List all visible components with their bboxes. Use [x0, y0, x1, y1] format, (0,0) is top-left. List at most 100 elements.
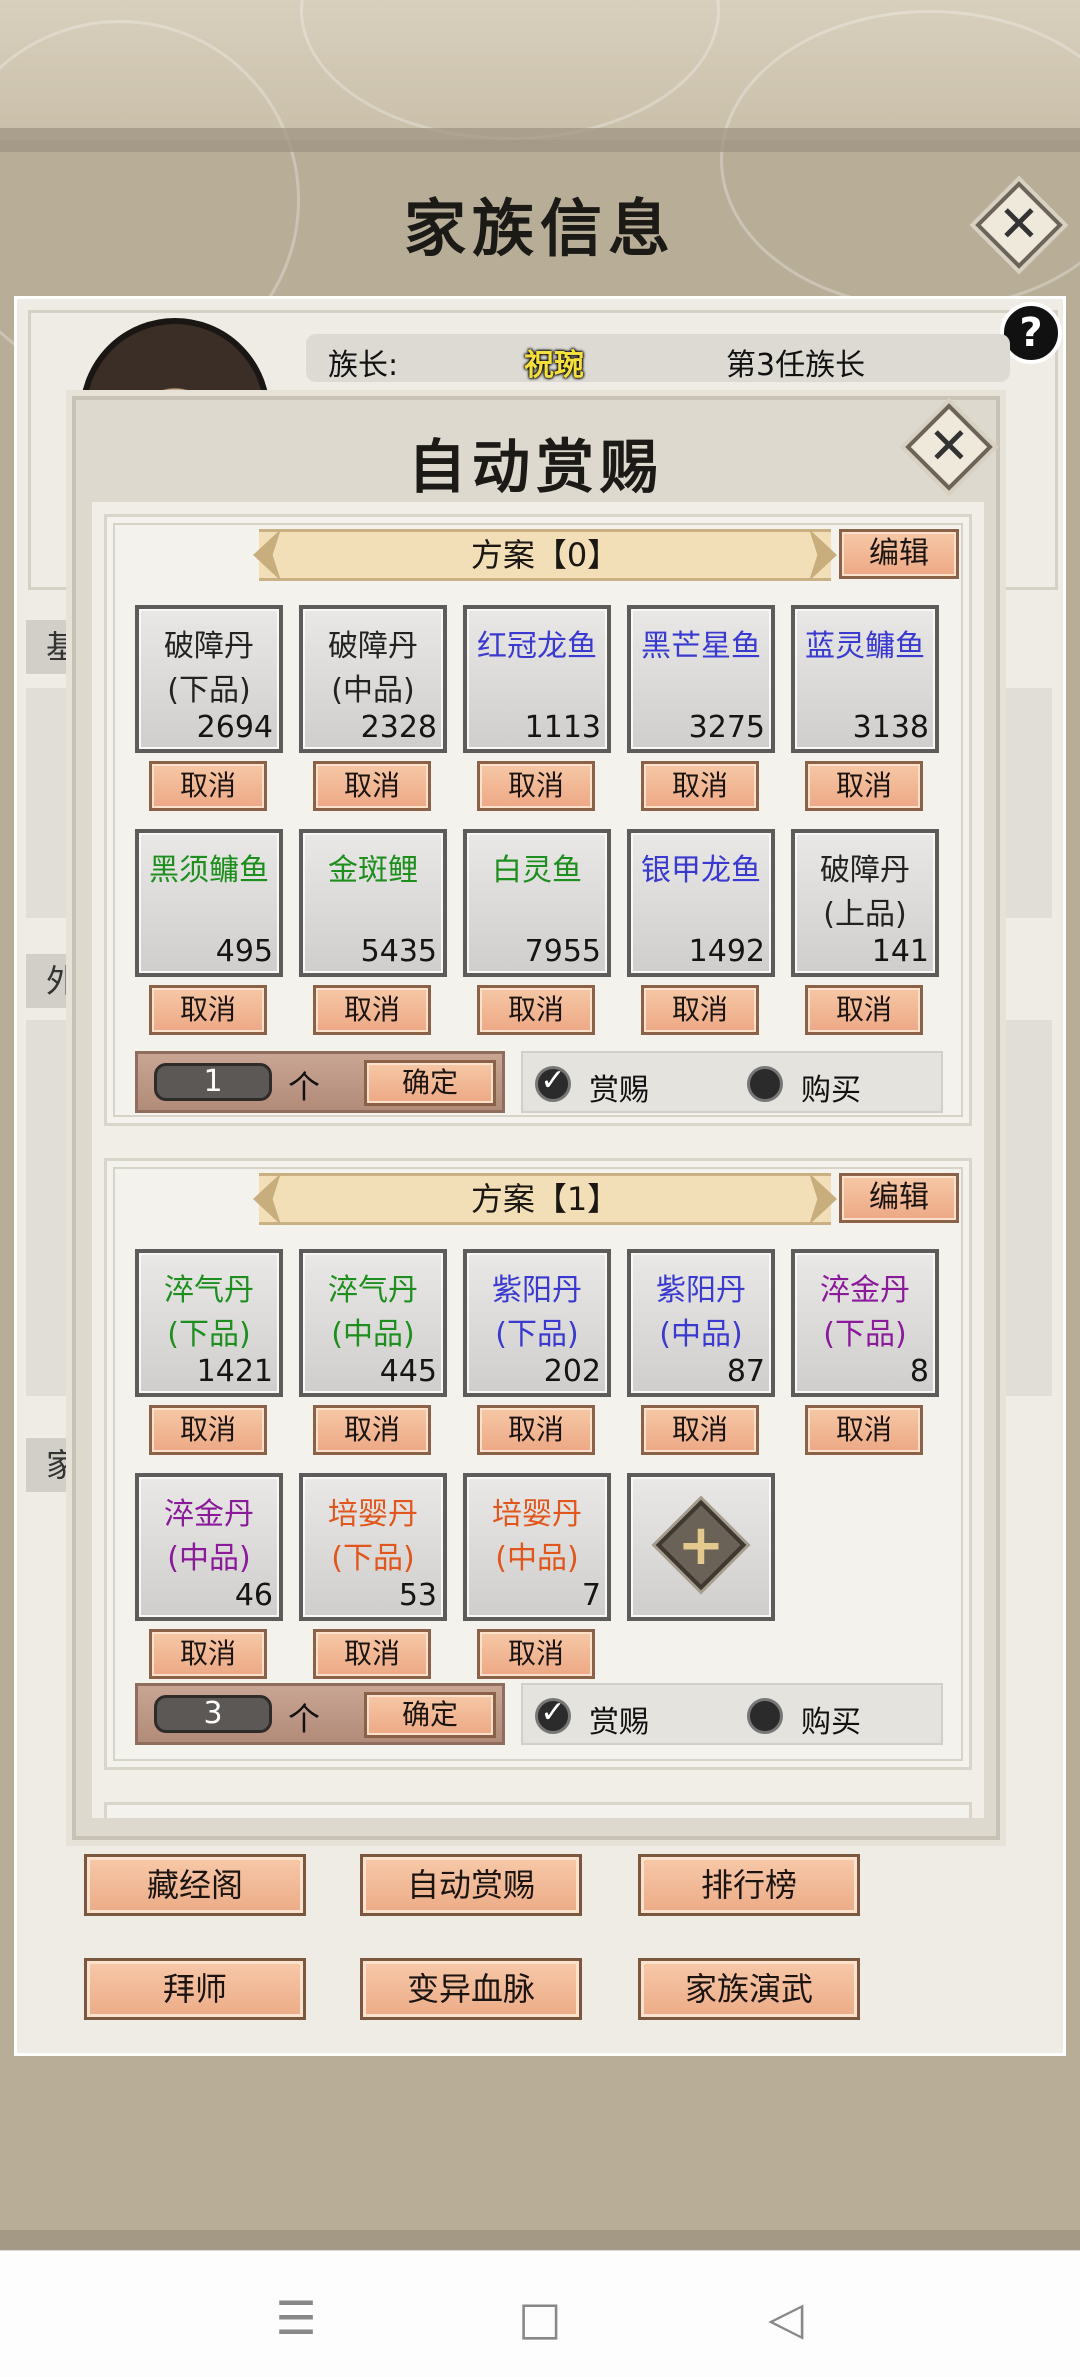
cancel-button[interactable]: 取消 [149, 761, 267, 811]
item-slot[interactable]: 破障丹 (中品) 2328 [299, 605, 447, 753]
item-name: 银甲龙鱼 [641, 853, 761, 888]
confirm-button[interactable]: 确定 [364, 1060, 496, 1106]
plan-title: 方案【1】 [470, 1180, 620, 1218]
item-slot[interactable]: 淬气丹 (中品) 445 [299, 1249, 447, 1397]
leader-row: 族长: 祝琬 第3任族长 [306, 334, 1010, 383]
add-item-button[interactable]: + [627, 1473, 775, 1621]
ranking-button[interactable]: 排行榜 [638, 1854, 860, 1916]
reward-radio[interactable]: ✓ [535, 1695, 571, 1734]
cancel-button[interactable]: 取消 [313, 985, 431, 1035]
cancel-button[interactable]: 取消 [641, 761, 759, 811]
cancel-button[interactable]: 取消 [313, 761, 431, 811]
item-slot[interactable]: 破障丹 (下品) 2694 [135, 605, 283, 753]
plan-header: 方案【0】 [253, 529, 837, 581]
buy-radio[interactable] [747, 1698, 783, 1734]
item-count: 2694 [196, 710, 273, 745]
item-name: 淬气丹 (下品) [164, 1273, 254, 1352]
cancel-button[interactable]: 取消 [477, 1405, 595, 1455]
torn-edge-top [0, 128, 1080, 152]
edit-button[interactable]: 编辑 [839, 529, 959, 579]
item-count: 53 [398, 1578, 437, 1613]
leader-term: 第3任族长 [726, 348, 866, 383]
item-name: 破障丹 (上品) [820, 853, 910, 932]
menu-icon[interactable]: ☰ [266, 2291, 326, 2345]
close-button[interactable]: ✕ [975, 181, 1063, 269]
item-slot[interactable]: 红冠龙鱼 1113 [463, 605, 611, 753]
item-name: 破障丹 (中品) [328, 629, 418, 708]
confirm-button[interactable]: 确定 [364, 1692, 496, 1738]
buy-radio[interactable] [747, 1066, 783, 1102]
leader-label: 族长: [328, 348, 399, 383]
item-slot[interactable]: 黑须鳙鱼 495 [135, 829, 283, 977]
section-tab-outer[interactable]: 外 [26, 954, 78, 1008]
quantity-input[interactable]: 1 [154, 1063, 272, 1101]
section-tab-family[interactable]: 家 [26, 1438, 78, 1492]
item-slot[interactable]: 黑芒星鱼 3275 [627, 605, 775, 753]
buy-label: 购买 [801, 1705, 861, 1740]
item-slot[interactable]: 培婴丹 (下品) 53 [299, 1473, 447, 1621]
cancel-button[interactable]: 取消 [313, 1405, 431, 1455]
cancel-button[interactable]: 取消 [641, 985, 759, 1035]
plan-title: 方案【0】 [470, 536, 620, 574]
edit-button[interactable]: 编辑 [839, 1173, 959, 1223]
quantity-unit: 个 [288, 1068, 321, 1106]
item-slot[interactable]: 淬金丹 (下品) 8 [791, 1249, 939, 1397]
dialog-close-button[interactable]: ✕ [905, 403, 993, 491]
buy-label: 购买 [801, 1073, 861, 1108]
system-nav-bar: ☰ □ ◁ [0, 2250, 1080, 2377]
cancel-button[interactable]: 取消 [805, 985, 923, 1035]
item-slot[interactable]: 紫阳丹 (中品) 87 [627, 1249, 775, 1397]
cancel-button[interactable]: 取消 [149, 1629, 267, 1679]
quantity-input[interactable]: 3 [154, 1695, 272, 1733]
plus-icon: + [677, 1513, 725, 1578]
item-slot[interactable]: 淬气丹 (下品) 1421 [135, 1249, 283, 1397]
close-icon: ✕ [928, 417, 970, 475]
cancel-button[interactable]: 取消 [477, 1629, 595, 1679]
library-button[interactable]: 藏经阁 [84, 1854, 306, 1916]
item-slot[interactable]: 白灵鱼 7955 [463, 829, 611, 977]
cancel-button[interactable]: 取消 [477, 985, 595, 1035]
item-name: 红冠龙鱼 [477, 629, 597, 664]
plan-header: 方案【1】 [253, 1173, 837, 1225]
back-icon[interactable]: ◁ [756, 2291, 816, 2345]
section-tab-basic[interactable]: 基 [26, 620, 78, 674]
cancel-button[interactable]: 取消 [805, 1405, 923, 1455]
item-count: 1421 [196, 1354, 273, 1389]
item-count: 46 [234, 1578, 273, 1613]
top-decoration [0, 0, 1080, 380]
torn-edge-bottom [0, 2230, 1080, 2252]
item-name: 淬金丹 (下品) [820, 1273, 910, 1352]
item-slot[interactable]: 银甲龙鱼 1492 [627, 829, 775, 977]
item-name: 金斑鲤 [328, 853, 418, 888]
cancel-button[interactable]: 取消 [149, 1405, 267, 1455]
cancel-button[interactable]: 取消 [805, 761, 923, 811]
item-slot[interactable]: 紫阳丹 (下品) 202 [463, 1249, 611, 1397]
reward-radio[interactable]: ✓ [535, 1063, 571, 1102]
auto-reward-button[interactable]: 自动赏赐 [360, 1854, 582, 1916]
bloodline-button[interactable]: 变异血脉 [360, 1958, 582, 2020]
home-icon[interactable]: □ [510, 2291, 570, 2345]
item-slot[interactable]: 培婴丹 (中品) 7 [463, 1473, 611, 1621]
cancel-button[interactable]: 取消 [313, 1629, 431, 1679]
plan-card: 方案【0】 编辑 1 个 确定 ✓ 赏赐 购买 破障丹 (下品) 2694 取消 破障… [104, 514, 972, 1126]
cancel-button[interactable]: 取消 [477, 761, 595, 811]
item-name: 黑芒星鱼 [641, 629, 761, 664]
plan-list[interactable]: 方案【0】 编辑 1 个 确定 ✓ 赏赐 购买 破障丹 (下品) 2694 取消 破障… [92, 502, 984, 1818]
item-name: 淬气丹 (中品) [328, 1273, 418, 1352]
auto-reward-dialog: 自动赏赐 ✕ 方案【0】 编辑 1 个 确定 ✓ 赏赐 购买 破障丹 (下品) … [72, 396, 1000, 1840]
item-count: 445 [379, 1354, 437, 1389]
item-slot[interactable]: 淬金丹 (中品) 46 [135, 1473, 283, 1621]
item-count: 2328 [360, 710, 437, 745]
item-slot[interactable]: 金斑鲤 5435 [299, 829, 447, 977]
item-count: 1492 [688, 934, 765, 969]
mentor-button[interactable]: 拜师 [84, 1958, 306, 2020]
item-slot[interactable]: 破障丹 (上品) 141 [791, 829, 939, 977]
martial-drill-button[interactable]: 家族演武 [638, 1958, 860, 2020]
item-count: 5435 [360, 934, 437, 969]
cancel-button[interactable]: 取消 [641, 1405, 759, 1455]
quantity-unit: 个 [288, 1700, 321, 1738]
cancel-button[interactable]: 取消 [149, 985, 267, 1035]
item-count: 3138 [852, 710, 929, 745]
item-count: 87 [726, 1354, 765, 1389]
item-slot[interactable]: 蓝灵鳙鱼 3138 [791, 605, 939, 753]
